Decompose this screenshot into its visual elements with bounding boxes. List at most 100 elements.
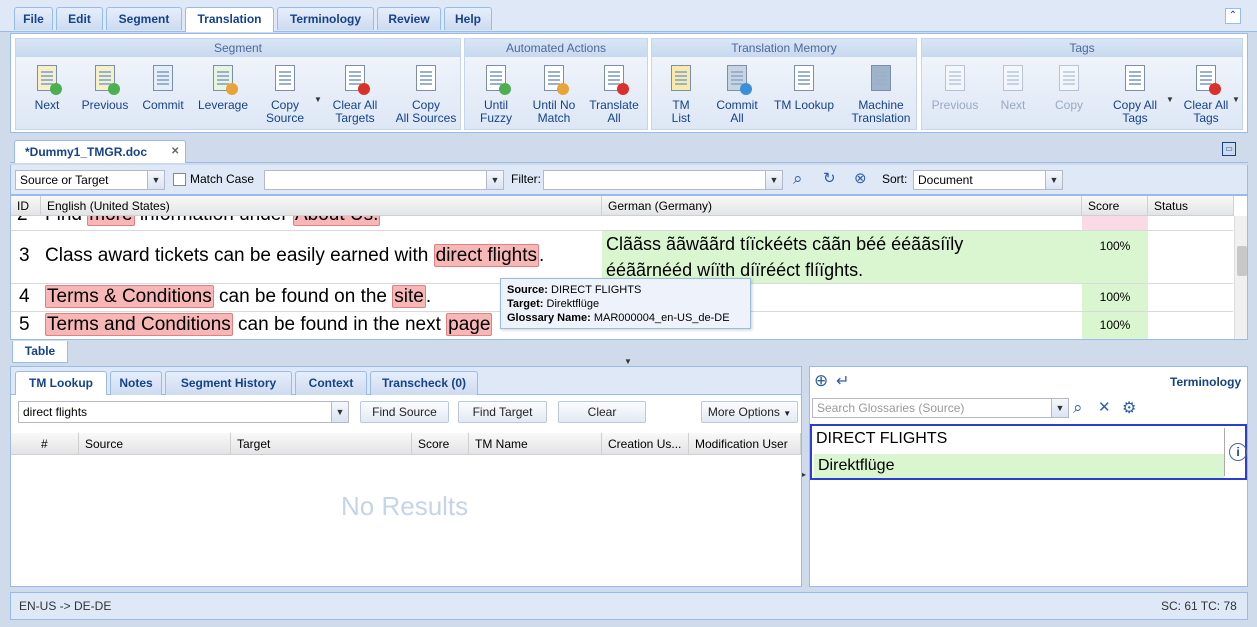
- previous-segment-button[interactable]: Previous: [76, 65, 134, 131]
- commit-button[interactable]: Commit: [134, 65, 192, 131]
- info-icon[interactable]: i: [1229, 443, 1247, 461]
- translate-all-button[interactable]: Translate All: [585, 65, 643, 131]
- glossary-term-highlight[interactable]: direct flights: [433, 244, 540, 267]
- previous-tag-button[interactable]: Previous: [926, 65, 984, 131]
- copy-source-icon: [272, 65, 298, 95]
- match-case-label: Match Case: [190, 172, 255, 186]
- clear-search-icon[interactable]: ✕: [1098, 398, 1111, 416]
- menu-tab-help[interactable]: Help: [444, 7, 492, 30]
- until-fuzzy-icon: [483, 65, 511, 95]
- group-title: Tags: [922, 39, 1242, 57]
- panel-splitter-handle[interactable]: ▸: [802, 470, 808, 482]
- chevron-down-icon: ▼: [765, 171, 782, 189]
- until-no-match-button[interactable]: Until No Match: [525, 65, 583, 131]
- next-tag-button[interactable]: Next: [984, 65, 1042, 131]
- tab-segment-history[interactable]: Segment History: [165, 371, 292, 395]
- source-cell: Terms & Conditions can be found on the s…: [45, 285, 432, 308]
- copy-source-button[interactable]: Copy Source: [256, 65, 314, 131]
- tab-context[interactable]: Context: [295, 371, 367, 395]
- row-id: 5: [19, 314, 30, 335]
- next-segment-button[interactable]: Next: [18, 65, 76, 131]
- clear-search-icon[interactable]: ⊗: [854, 169, 867, 187]
- glossary-term-highlight[interactable]: Terms & Conditions: [45, 285, 214, 308]
- until-fuzzy-button[interactable]: Until Fuzzy: [467, 65, 525, 131]
- menu-tab-file[interactable]: File: [14, 7, 53, 30]
- maximize-icon[interactable]: ▭: [1222, 142, 1236, 156]
- scrollbar-thumb[interactable]: [1237, 246, 1247, 276]
- copy-source-dropdown-icon[interactable]: ▼: [314, 95, 322, 104]
- glossary-term-highlight[interactable]: more: [87, 216, 135, 226]
- menu-tab-review[interactable]: Review: [377, 7, 441, 30]
- find-target-button[interactable]: Find Target: [458, 401, 547, 423]
- search-icon[interactable]: ⌕: [793, 169, 803, 189]
- clear-all-tags-button[interactable]: Clear All Tags: [1176, 65, 1236, 131]
- clear-all-targets-button[interactable]: Clear All Targets: [326, 65, 384, 131]
- table-row[interactable]: 3 Class award tickets can be easily earn…: [11, 231, 1233, 283]
- glossary-term-highlight[interactable]: page: [446, 313, 493, 336]
- column-header-target[interactable]: Target: [231, 433, 412, 455]
- column-header-target[interactable]: German (Germany): [602, 196, 1082, 216]
- menu-tab-terminology[interactable]: Terminology: [277, 7, 374, 30]
- gear-icon[interactable]: ⚙: [1122, 398, 1136, 418]
- filter-label: Filter:: [511, 172, 541, 186]
- insert-term-icon[interactable]: ↵: [836, 371, 849, 391]
- match-case-checkbox[interactable]: [173, 173, 186, 186]
- clear-button[interactable]: Clear: [558, 401, 646, 423]
- menu-tab-translation[interactable]: Translation: [185, 7, 274, 32]
- column-header-source[interactable]: English (United States): [41, 196, 602, 216]
- splitter-handle[interactable]: ▼: [610, 358, 646, 366]
- glossary-term-highlight[interactable]: Terms and Conditions: [45, 313, 233, 336]
- column-header-source[interactable]: Source: [79, 433, 231, 455]
- search-scope-select[interactable]: Source or Target ▼: [15, 170, 165, 190]
- column-header-modification-user[interactable]: Modification User: [689, 433, 801, 455]
- row-id: 4: [19, 286, 30, 307]
- copy-tag-button[interactable]: Copy: [1040, 65, 1098, 131]
- lookup-query-input[interactable]: direct flights ▼: [18, 401, 349, 423]
- sort-select[interactable]: Document ▼: [913, 170, 1063, 190]
- menu-tab-edit[interactable]: Edit: [56, 7, 103, 30]
- collapse-ribbon-icon[interactable]: ⌃: [1225, 8, 1241, 24]
- table-view-tab[interactable]: Table: [12, 341, 68, 363]
- machine-translation-button[interactable]: Machine Translation: [846, 65, 916, 131]
- find-source-button[interactable]: Find Source: [360, 401, 449, 423]
- column-header-id[interactable]: ID: [11, 196, 41, 216]
- close-tab-icon[interactable]: ✕: [171, 141, 179, 163]
- tm-lookup-button[interactable]: TM Lookup: [770, 65, 838, 131]
- machine-translation-icon: [868, 65, 894, 95]
- column-header-score[interactable]: Score: [1082, 196, 1148, 216]
- target-cell[interactable]: Clããss ããwããrd tíïckééts cããn béé ééããsí…: [602, 231, 1082, 283]
- copy-all-tags-button[interactable]: Copy All Tags: [1102, 65, 1168, 131]
- previous-tag-icon: [942, 65, 968, 95]
- search-icon[interactable]: ⌕: [1073, 398, 1083, 418]
- segment-counts: SC: 61 TC: 78: [1161, 599, 1237, 613]
- document-tab[interactable]: *Dummy1_TMGR.doc ✕: [14, 140, 186, 163]
- column-header-status[interactable]: Status: [1148, 196, 1234, 216]
- copy-all-tags-dropdown-icon[interactable]: ▼: [1166, 95, 1174, 104]
- column-header-number[interactable]: #: [11, 433, 79, 455]
- column-header-creation-user[interactable]: Creation Us...: [602, 433, 689, 455]
- more-options-button[interactable]: More Options ▼: [701, 401, 798, 423]
- tab-tm-lookup[interactable]: TM Lookup: [15, 371, 107, 395]
- glossary-term-highlight[interactable]: About Us.: [292, 216, 381, 226]
- column-header-tm-name[interactable]: TM Name: [469, 433, 602, 455]
- table-row[interactable]: 2 Find more information under About Us.: [11, 216, 1233, 230]
- tab-notes[interactable]: Notes: [110, 371, 162, 395]
- grid-scrollbar[interactable]: [1234, 216, 1247, 339]
- menu-tab-segment[interactable]: Segment: [106, 7, 182, 30]
- add-term-icon[interactable]: ⊕: [814, 371, 828, 391]
- tab-transcheck[interactable]: Transcheck (0): [370, 371, 478, 395]
- term-source: DIRECT FLIGHTS: [816, 430, 948, 447]
- glossary-search-input[interactable]: Search Glossaries (Source) ▼: [812, 398, 1069, 418]
- tm-list-button[interactable]: TM List: [652, 65, 710, 131]
- copy-all-sources-icon: [413, 65, 439, 95]
- commit-all-button[interactable]: Commit All: [708, 65, 766, 131]
- term-entry[interactable]: DIRECT FLIGHTS Direktflüge i: [810, 424, 1247, 480]
- filter-input[interactable]: ▼: [543, 170, 783, 190]
- glossary-term-highlight[interactable]: site: [392, 285, 426, 308]
- copy-all-sources-button[interactable]: Copy All Sources: [394, 65, 458, 131]
- column-header-score[interactable]: Score: [412, 433, 469, 455]
- leverage-button[interactable]: Leverage: [194, 65, 252, 131]
- clear-all-tags-dropdown-icon[interactable]: ▼: [1232, 95, 1240, 104]
- search-input[interactable]: ▼: [264, 170, 504, 190]
- search-next-icon[interactable]: ↻: [823, 169, 836, 187]
